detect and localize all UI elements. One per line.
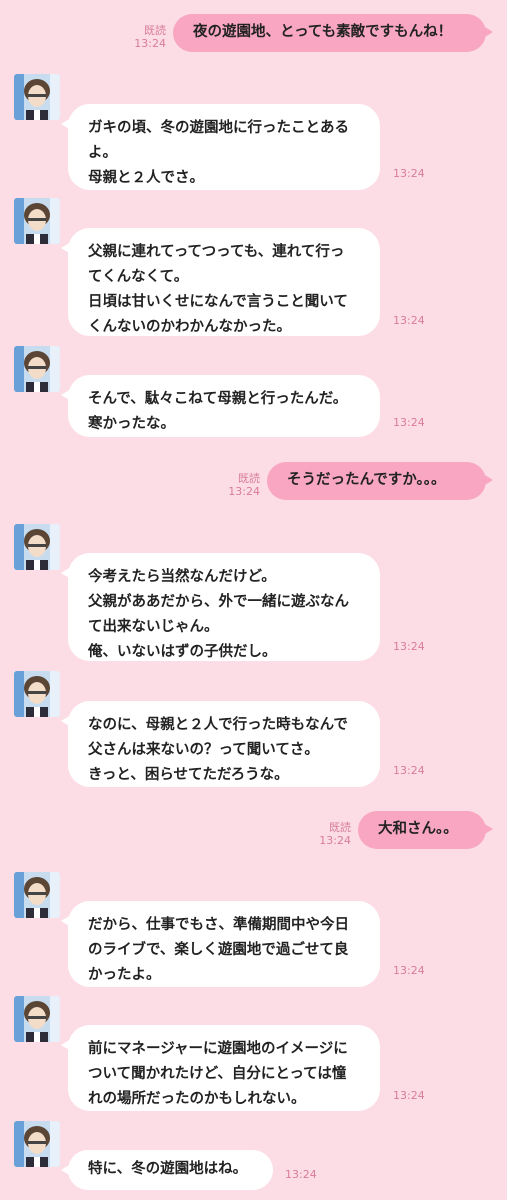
read-receipt: 既読 xyxy=(329,821,351,834)
message-meta: 既読 13:24 xyxy=(222,472,260,498)
incoming-message[interactable]: ガキの頃、冬の遊園地に行ったことある よ。 母親と２人でさ。 xyxy=(61,104,380,190)
outgoing-message[interactable]: そうだったんですか。。。 xyxy=(267,462,493,500)
outgoing-message[interactable]: 夜の遊園地、とっても素敵ですもんね！ xyxy=(173,14,493,52)
timestamp: 13:24 xyxy=(228,485,260,498)
incoming-message[interactable]: 今考えたら当然なんだけど。 父親がああだから、外で一緒に遊ぶなん て出来ないじゃ… xyxy=(61,553,380,661)
character-avatar-icon xyxy=(14,346,60,392)
timestamp: 13:24 xyxy=(393,640,425,653)
character-avatar-icon xyxy=(14,198,60,244)
read-receipt: 既読 xyxy=(144,24,166,37)
read-receipt: 既読 xyxy=(238,472,260,485)
timestamp: 13:24 xyxy=(393,964,425,977)
incoming-message[interactable]: そんで、駄々こねて母親と行ったんだ。 寒かったな。 xyxy=(61,375,380,437)
chat-view[interactable]: 既読 13:24 夜の遊園地、とっても素敵ですもんね！ ガキの頃、冬の遊園地に行… xyxy=(0,0,507,1200)
incoming-message[interactable]: 前にマネージャーに遊園地のイメージに ついて聞かれたけど、自分にとっては憧 れの… xyxy=(61,1025,380,1111)
timestamp: 13:24 xyxy=(393,167,425,180)
avatar[interactable] xyxy=(14,1121,60,1167)
avatar[interactable] xyxy=(14,671,60,717)
incoming-message[interactable]: だから、仕事でもさ、準備期間中や今日 のライブで、楽しく遊園地で過ごせて良 かっ… xyxy=(61,901,380,987)
avatar[interactable] xyxy=(14,524,60,570)
avatar[interactable] xyxy=(14,872,60,918)
character-avatar-icon xyxy=(14,524,60,570)
timestamp: 13:24 xyxy=(393,416,425,429)
character-avatar-icon xyxy=(14,1121,60,1167)
avatar[interactable] xyxy=(14,198,60,244)
avatar[interactable] xyxy=(14,996,60,1042)
character-avatar-icon xyxy=(14,872,60,918)
character-avatar-icon xyxy=(14,671,60,717)
incoming-message[interactable]: なのに、母親と２人で行った時もなんで 父さんは来ないの？って聞いてさ。 きっと、… xyxy=(61,701,380,787)
timestamp: 13:24 xyxy=(285,1168,317,1181)
message-meta: 既読 13:24 xyxy=(128,24,166,50)
message-meta: 既読 13:24 xyxy=(313,821,351,847)
avatar[interactable] xyxy=(14,346,60,392)
incoming-message[interactable]: 父親に連れてってつっても、連れて行っ てくんなくて。 日頃は甘いくせになんで言う… xyxy=(61,228,380,336)
character-avatar-icon xyxy=(14,996,60,1042)
incoming-message[interactable]: 特に、冬の遊園地はね。 xyxy=(61,1150,273,1190)
timestamp: 13:24 xyxy=(134,37,166,50)
timestamp: 13:24 xyxy=(393,1089,425,1102)
timestamp: 13:24 xyxy=(319,834,351,847)
timestamp: 13:24 xyxy=(393,764,425,777)
outgoing-message[interactable]: 大和さん。。 xyxy=(358,811,493,849)
timestamp: 13:24 xyxy=(393,314,425,327)
character-avatar-icon xyxy=(14,74,60,120)
avatar[interactable] xyxy=(14,74,60,120)
